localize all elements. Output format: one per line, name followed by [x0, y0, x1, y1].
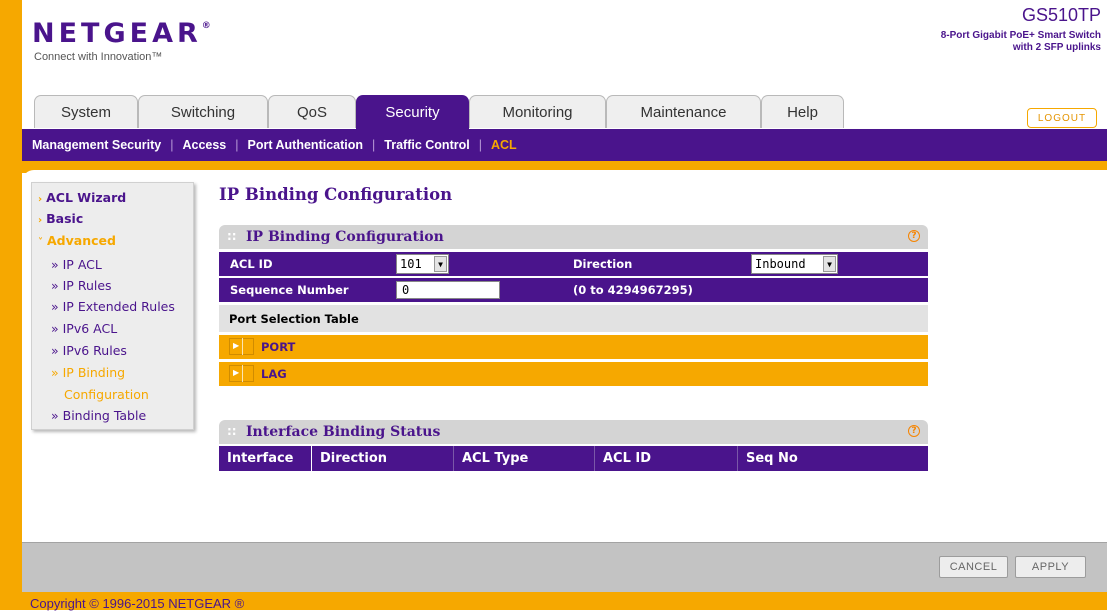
chevron-down-icon: ▼: [823, 256, 836, 272]
subnav-traffic-control[interactable]: Traffic Control: [384, 138, 469, 152]
chevron-right-icon: ▶: [233, 341, 240, 350]
lag-expander-row[interactable]: ▶ LAG: [219, 362, 928, 386]
sidebar-item-basic[interactable]: › Basic: [38, 211, 83, 226]
left-accent-bar: [0, 0, 22, 610]
sidebar-item-ip-rules[interactable]: » IP Rules: [51, 278, 112, 293]
subnav-acl[interactable]: ACL: [491, 138, 517, 152]
sequence-number-input[interactable]: 0: [396, 281, 500, 299]
port-selection-table-header: Port Selection Table: [219, 305, 928, 332]
subnav-separator: |: [170, 138, 174, 152]
page-title: IP Binding Configuration: [219, 185, 453, 204]
tab-monitoring[interactable]: Monitoring: [469, 95, 606, 128]
acl-id-label: ACL ID: [230, 257, 273, 271]
tab-qos[interactable]: QoS: [268, 95, 356, 128]
tab-security[interactable]: Security: [356, 95, 469, 129]
chevron-right-icon: ▶: [233, 368, 240, 377]
status-panel-header: :: Interface Binding Status ?: [219, 420, 928, 444]
column-header-direction: Direction: [320, 451, 388, 466]
sidebar-item-ipv6-acl[interactable]: » IPv6 ACL: [51, 321, 117, 336]
tab-system[interactable]: System: [34, 95, 138, 128]
sidebar-item-ip-extended-rules[interactable]: » IP Extended Rules: [51, 299, 175, 314]
subnav-separator: |: [235, 138, 239, 152]
expand-toggle[interactable]: ▶: [229, 338, 254, 355]
drag-handle-icon: ::: [227, 424, 237, 438]
copyright-text: Copyright © 1996-2015 NETGEAR ®: [30, 596, 245, 611]
apply-button[interactable]: APPLY: [1015, 556, 1086, 578]
cancel-button[interactable]: CANCEL: [939, 556, 1008, 578]
sidebar-item-ip-acl[interactable]: » IP ACL: [51, 257, 102, 272]
column-header-acl-type: ACL Type: [453, 446, 594, 471]
subnav-separator: |: [478, 138, 482, 152]
subnav-port-authentication[interactable]: Port Authentication: [248, 138, 364, 152]
column-header-acl-id: ACL ID: [594, 446, 737, 471]
tab-switching[interactable]: Switching: [138, 95, 268, 128]
chevron-down-icon: ▼: [434, 256, 447, 272]
header: NETGEAR® Connect with Innovation™ GS510T…: [22, 0, 1107, 95]
port-label: PORT: [261, 340, 296, 354]
expand-toggle[interactable]: ▶: [229, 365, 254, 382]
model-name: GS510TP: [1021, 5, 1101, 25]
acl-id-row: ACL ID 101 ▼ Direction Inbound ▼: [219, 252, 928, 276]
sidebar-item-binding-table[interactable]: » Binding Table: [51, 408, 146, 423]
tab-maintenance[interactable]: Maintenance: [606, 95, 761, 128]
chevron-right-icon: ›: [38, 215, 43, 226]
sidebar-item-acl-wizard[interactable]: › ACL Wizard: [38, 190, 126, 205]
chevron-right-icon: ›: [38, 194, 43, 205]
help-icon[interactable]: ?: [908, 425, 920, 437]
sidebar-item-ip-binding[interactable]: » IP Binding: [51, 365, 125, 380]
sequence-range-hint: (0 to 4294967295): [573, 283, 693, 297]
logout-button[interactable]: LOGOUT: [1027, 108, 1097, 128]
chevron-down-icon: ˅: [38, 237, 43, 248]
subnav-access[interactable]: Access: [182, 138, 226, 152]
port-expander-row[interactable]: ▶ PORT: [219, 335, 928, 359]
sidebar-item-advanced[interactable]: ˅ Advanced: [38, 233, 116, 248]
tagline: Connect with Innovation™: [34, 51, 163, 63]
subnav-management-security[interactable]: Management Security: [32, 138, 161, 152]
column-header-interface: Interface: [219, 446, 312, 471]
direction-label: Direction: [573, 257, 633, 271]
sub-navigation: Management Security | Access | Port Auth…: [22, 129, 1107, 161]
sequence-number-row: Sequence Number 0 (0 to 4294967295): [219, 278, 928, 302]
copyright-bar: Copyright © 1996-2015 NETGEAR ®: [22, 592, 1107, 611]
lag-label: LAG: [261, 367, 287, 381]
model-description: 8-Port Gigabit PoE+ Smart Switch with 2 …: [940, 30, 1101, 53]
sequence-number-label: Sequence Number: [230, 283, 349, 297]
sidebar-item-ipv6-rules[interactable]: » IPv6 Rules: [51, 343, 127, 358]
column-header-seq-no: Seq No: [737, 446, 928, 471]
sidebar-item-ip-binding-configuration[interactable]: Configuration: [64, 387, 149, 402]
help-icon[interactable]: ?: [908, 230, 920, 242]
subnav-separator: |: [372, 138, 376, 152]
netgear-logo: NETGEAR®: [32, 18, 211, 49]
tab-help[interactable]: Help: [761, 95, 844, 128]
main-tab-bar: System Switching QoS Security Monitoring…: [22, 95, 1107, 129]
config-panel-title: IP Binding Configuration: [246, 229, 444, 245]
acl-id-select[interactable]: 101 ▼: [396, 254, 449, 274]
port-selection-table-label: Port Selection Table: [229, 311, 359, 326]
drag-handle-icon: ::: [227, 229, 237, 243]
status-panel-title: Interface Binding Status: [246, 424, 441, 440]
config-panel-header: :: IP Binding Configuration ?: [219, 225, 928, 249]
direction-select[interactable]: Inbound ▼: [751, 254, 838, 274]
status-table-header: Interface Direction ACL Type ACL ID Seq …: [219, 446, 928, 471]
